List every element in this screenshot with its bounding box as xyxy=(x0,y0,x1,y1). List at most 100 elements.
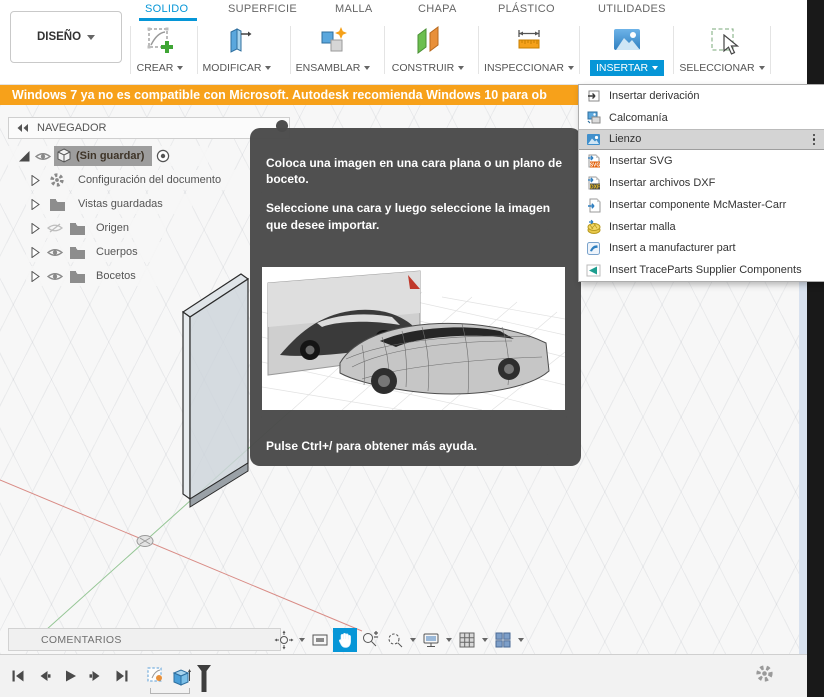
step-back-icon[interactable] xyxy=(34,666,54,686)
folder-icon xyxy=(66,246,88,259)
tree-row-sketches[interactable]: Bocetos xyxy=(26,266,166,286)
insert-svg-icon: SVG xyxy=(585,153,602,169)
go-to-start-icon[interactable] xyxy=(8,666,28,686)
menu-item-canvas[interactable]: Lienzo xyxy=(579,128,824,151)
comments-label: COMENTARIOS xyxy=(41,633,122,646)
design-workspace-button[interactable]: DISEÑO xyxy=(10,11,122,63)
tooltip-example-image xyxy=(262,267,565,410)
chevron-down-icon xyxy=(758,66,765,70)
timeline-position-marker[interactable] xyxy=(196,665,212,692)
expand-collapse-icon[interactable] xyxy=(16,150,32,162)
go-to-end-icon[interactable] xyxy=(112,666,132,686)
create-sketch-icon xyxy=(143,24,177,56)
chevron-down-icon xyxy=(652,66,659,70)
menu-item-traceparts[interactable]: Insert TraceParts Supplier Components xyxy=(579,259,824,281)
press-pull-icon xyxy=(220,24,254,56)
menu-item-mcmaster[interactable]: Insertar componente McMaster-Carr xyxy=(579,194,824,216)
activate-component-radio-icon[interactable] xyxy=(152,149,174,163)
tree-row-document-settings[interactable]: Configuración del documento xyxy=(26,170,256,190)
chevron-down-icon[interactable] xyxy=(444,638,454,642)
expand-arrow-icon[interactable] xyxy=(26,174,44,186)
navigator-panel-header[interactable]: NAVEGADOR xyxy=(8,117,290,139)
chevron-down-icon[interactable] xyxy=(516,638,526,642)
grid-display-icon[interactable] xyxy=(455,628,479,652)
tab-plastico[interactable]: PLÁSTICO xyxy=(498,3,555,15)
insert-dropdown-menu: Insertar derivación Calcomanía Lienzo SV… xyxy=(578,84,824,283)
tree-row-saved-views[interactable]: Vistas guardadas xyxy=(26,194,192,214)
visibility-off-eye-icon[interactable] xyxy=(44,222,66,234)
chevron-down-icon[interactable] xyxy=(297,638,307,642)
design-workspace-label: DISEÑO xyxy=(36,31,82,43)
comments-bar[interactable]: COMENTARIOS xyxy=(8,628,281,651)
toolbar-group-label[interactable]: ENSAMBLAR xyxy=(290,60,377,76)
timeline-group-bracket xyxy=(150,688,190,694)
tab-solido[interactable]: SOLIDO xyxy=(145,3,188,15)
fit-icon[interactable] xyxy=(383,628,407,652)
tree-item-label: Cuerpos xyxy=(96,246,138,258)
menu-item-insert-mesh[interactable]: Insertar malla xyxy=(579,216,824,238)
toolbar-group-modificar[interactable]: MODIFICAR xyxy=(189,24,285,76)
toolbar-group-label[interactable]: INSERTAR xyxy=(589,60,665,76)
document-root-chip[interactable]: (Sin guardar) xyxy=(54,146,153,166)
toolbar-group-construir[interactable]: CONSTRUIR xyxy=(380,24,476,76)
visibility-eye-icon[interactable] xyxy=(44,271,66,282)
navigator-title: NAVEGADOR xyxy=(37,122,107,134)
chevron-down-icon[interactable] xyxy=(480,638,490,642)
zoom-icon[interactable] xyxy=(358,628,382,652)
orbit-icon[interactable] xyxy=(272,628,296,652)
pan-icon[interactable] xyxy=(333,628,357,652)
expand-arrow-icon[interactable] xyxy=(26,198,44,210)
play-icon[interactable] xyxy=(60,666,80,686)
mouse-cursor xyxy=(722,34,742,56)
svg-text:DXF: DXF xyxy=(590,184,600,190)
viewports-icon[interactable] xyxy=(491,628,515,652)
toolbar-group-inspeccionar[interactable]: INSPECCIONAR xyxy=(481,24,577,76)
active-tab-underline xyxy=(139,18,197,21)
fusion360-window: SOLIDO SUPERFICIE MALLA CHAPA PLÁSTICO U… xyxy=(0,0,824,697)
origin-marker[interactable] xyxy=(136,535,154,547)
expand-arrow-icon[interactable] xyxy=(26,222,44,234)
display-settings-icon[interactable] xyxy=(419,628,443,652)
construction-plane-icon xyxy=(411,24,445,56)
expand-arrow-icon[interactable] xyxy=(26,246,44,258)
tree-row-bodies[interactable]: Cuerpos xyxy=(26,242,170,262)
tree-item-label: Bocetos xyxy=(96,270,136,282)
toolbar-group-label[interactable]: SELECCIONAR xyxy=(673,60,770,76)
menu-item-insert-dxf[interactable]: DXF Insertar archivos DXF xyxy=(579,172,824,194)
chevron-down-icon xyxy=(177,66,184,70)
folder-icon xyxy=(66,270,88,283)
tab-superficie[interactable]: SUPERFICIE xyxy=(228,3,297,15)
tab-chapa[interactable]: CHAPA xyxy=(418,3,457,15)
step-forward-icon[interactable] xyxy=(86,666,106,686)
gear-icon[interactable] xyxy=(755,664,774,683)
visibility-eye-icon[interactable] xyxy=(44,247,66,258)
visibility-eye-icon[interactable] xyxy=(32,151,54,162)
toolbar-group-label[interactable]: CREAR xyxy=(131,60,190,76)
more-options-icon[interactable] xyxy=(812,133,820,146)
collapse-panel-icon[interactable] xyxy=(17,123,29,133)
tab-malla[interactable]: MALLA xyxy=(335,3,373,15)
toolbar-group-ensamblar[interactable]: ENSAMBLAR xyxy=(285,24,381,76)
body-plane-3d[interactable] xyxy=(181,273,250,508)
new-component-icon xyxy=(316,24,350,56)
expand-arrow-icon[interactable] xyxy=(26,270,44,282)
folder-icon xyxy=(66,222,88,235)
gear-icon xyxy=(44,172,70,188)
tree-row-origin[interactable]: Origen xyxy=(26,218,166,238)
tree-row-root[interactable]: (Sin guardar) xyxy=(8,146,208,166)
look-at-icon[interactable] xyxy=(308,628,332,652)
toolbar-group-label[interactable]: MODIFICAR xyxy=(197,60,278,76)
menu-item-insert-derive[interactable]: Insertar derivación xyxy=(579,85,824,107)
manufacturer-part-icon xyxy=(585,240,602,256)
chevron-down-icon[interactable] xyxy=(408,638,418,642)
insert-mesh-icon xyxy=(585,219,602,235)
menu-item-decal[interactable]: Calcomanía xyxy=(579,107,824,129)
toolbar-group-label[interactable]: CONSTRUIR xyxy=(386,60,470,76)
chevron-down-icon xyxy=(364,66,371,70)
view-navigation-toolbar xyxy=(272,628,526,652)
toolbar-group-insertar[interactable]: INSERTAR xyxy=(579,24,675,76)
menu-item-insert-svg[interactable]: SVG Insertar SVG xyxy=(579,150,824,172)
menu-item-manufacturer-part[interactable]: Insert a manufacturer part xyxy=(579,238,824,260)
tab-utilidades[interactable]: UTILIDADES xyxy=(598,3,666,15)
toolbar-group-label[interactable]: INSPECCIONAR xyxy=(478,60,580,76)
